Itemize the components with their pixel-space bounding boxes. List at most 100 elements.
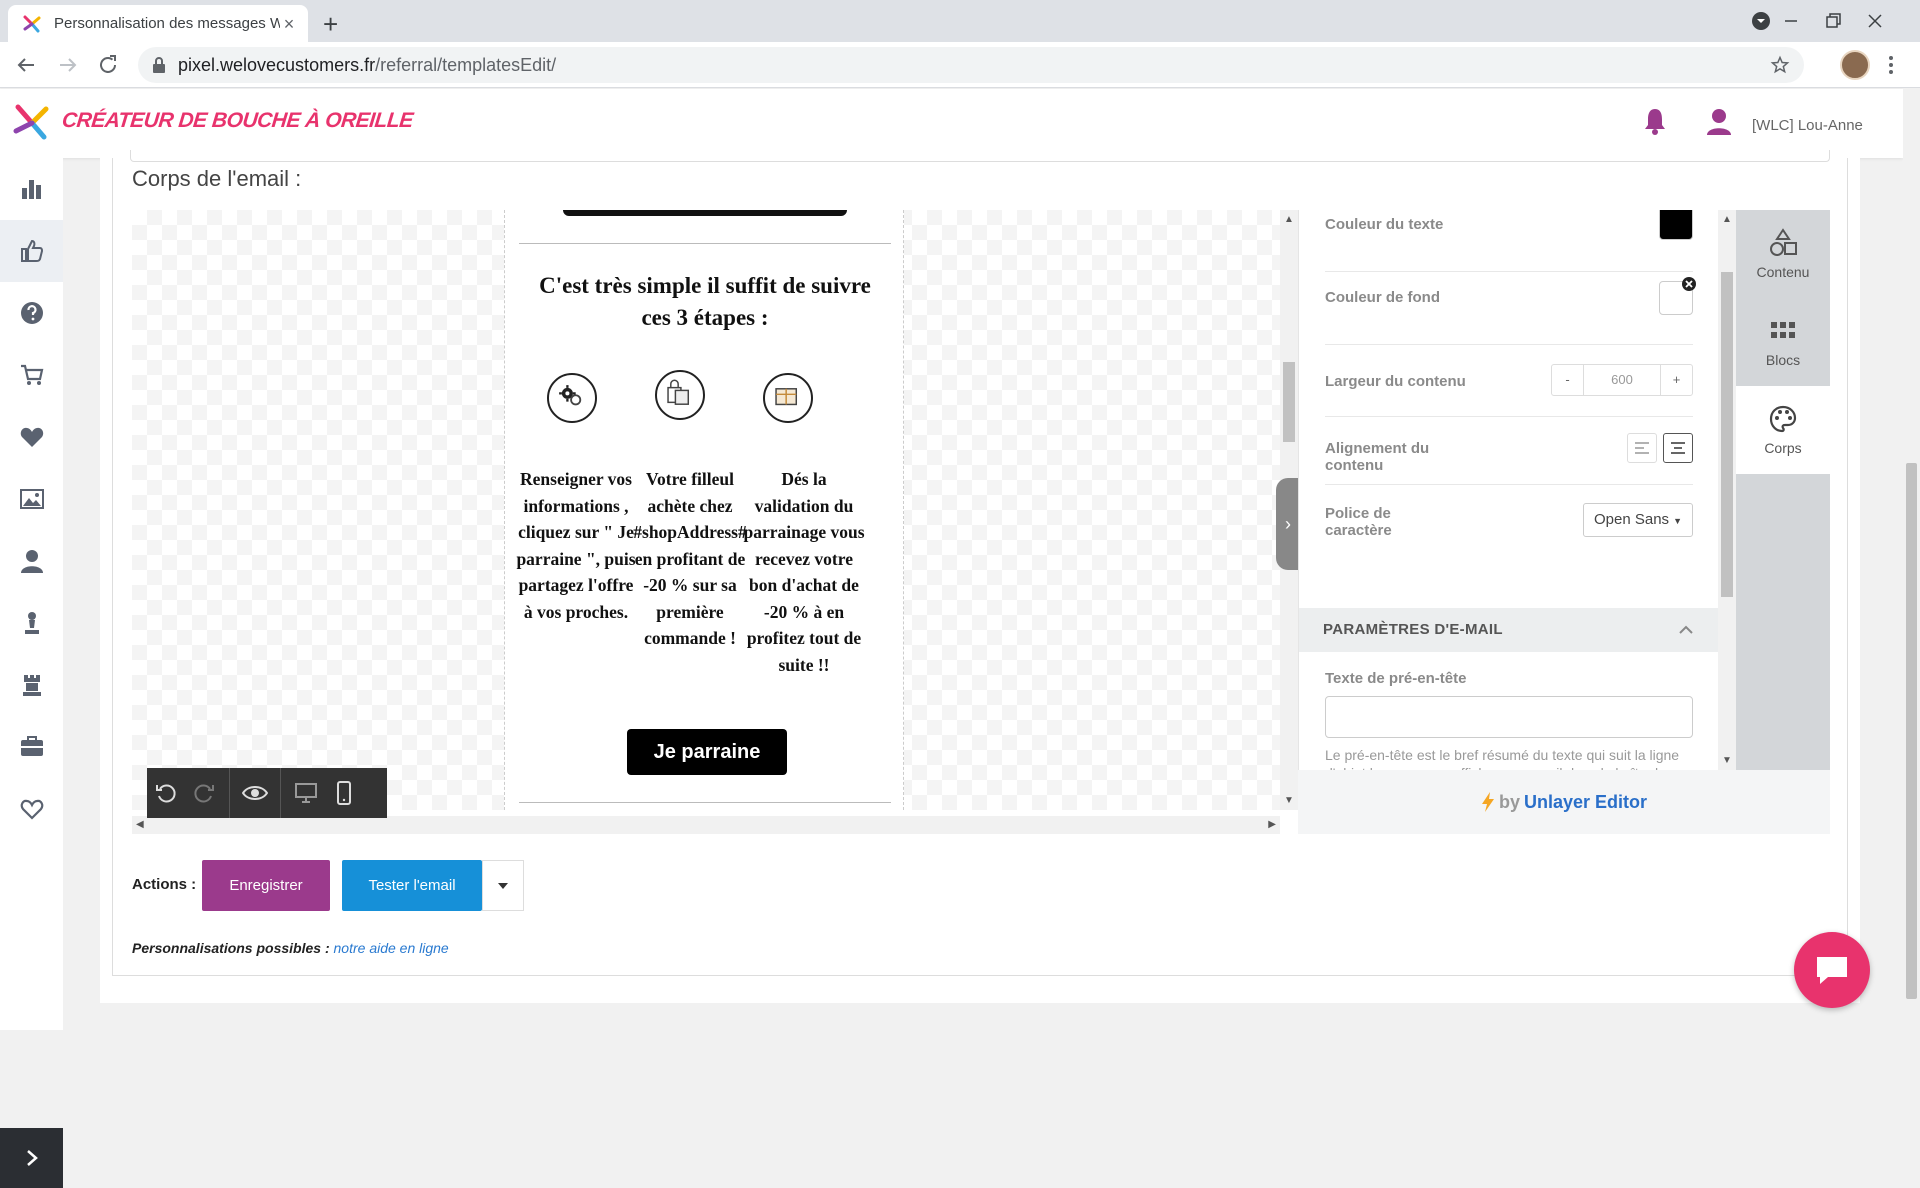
back-icon[interactable] <box>14 53 38 77</box>
align-center-icon <box>1671 442 1685 454</box>
unlayer-link[interactable]: Unlayer Editor <box>1524 792 1647 813</box>
caret-down-icon <box>498 882 508 889</box>
bar-chart-icon <box>21 180 41 199</box>
close-window-icon[interactable] <box>1864 10 1886 32</box>
page-scrollbar[interactable] <box>1903 89 1920 1030</box>
save-button[interactable]: Enregistrer <box>202 860 330 911</box>
user-icon <box>20 550 43 573</box>
align-left-button[interactable] <box>1627 433 1657 463</box>
sidebar-item-referral[interactable] <box>0 220 63 282</box>
browser-menu-icon[interactable] <box>1888 54 1894 76</box>
preview-button[interactable] <box>236 768 274 818</box>
content-width-stepper[interactable]: - 600 + <box>1551 364 1693 396</box>
personalization-label: Personnalisations possibles : <box>132 940 330 956</box>
close-tab-icon[interactable]: × <box>280 15 298 33</box>
editor-toolbar <box>147 768 387 818</box>
sidebar-item-users[interactable] <box>0 530 63 592</box>
url-path: /referral/templatesEdit/ <box>375 55 557 75</box>
url-field[interactable]: pixel.welovecustomers.fr/referral/templa… <box>138 47 1804 83</box>
help-link[interactable]: notre aide en ligne <box>334 940 449 956</box>
email-body[interactable]: C'est très simple il suffit de suivre ce… <box>504 210 904 810</box>
brand-logo-icon[interactable] <box>12 101 52 141</box>
profile-dropdown-icon[interactable] <box>1750 10 1772 32</box>
chevron-right-icon <box>26 1150 38 1166</box>
align-center-button[interactable] <box>1663 433 1693 463</box>
caret-down-icon: ▼ <box>1673 516 1682 526</box>
gears-icon <box>559 385 582 406</box>
desktop-icon <box>295 783 317 803</box>
powered-by-text: by <box>1498 791 1520 812</box>
bookmark-star-icon[interactable] <box>1770 55 1790 75</box>
text-color-swatch[interactable] <box>1659 210 1693 240</box>
sidebar-item-favorites[interactable] <box>0 406 63 468</box>
mobile-view-button[interactable] <box>325 768 363 818</box>
tab-contenu-label: Contenu <box>1756 264 1810 280</box>
tab-corps[interactable]: Corps <box>1736 386 1830 474</box>
step-2-text[interactable]: Votre filleul achète chez #shopAddress# … <box>629 466 751 652</box>
email-heading[interactable]: C'est très simple il suffit de suivre ce… <box>525 270 885 334</box>
scroll-down-icon[interactable]: ▼ <box>1284 795 1294 806</box>
tab-blocs[interactable]: Blocs <box>1736 298 1830 386</box>
sidebar-item-stats[interactable] <box>0 158 63 220</box>
canvas-scrollbar-thumb[interactable] <box>1283 362 1295 442</box>
panel-scrollbar[interactable]: ▲ ▼ <box>1718 210 1736 770</box>
width-increment-button[interactable]: + <box>1660 365 1692 395</box>
sidebar-item-loyalty[interactable] <box>0 778 63 840</box>
sidebar-item-castle[interactable] <box>0 654 63 716</box>
forward-icon[interactable] <box>56 53 80 77</box>
test-email-button[interactable]: Tester l'email <box>342 860 482 911</box>
scroll-right-icon[interactable]: ▶ <box>1268 819 1276 830</box>
sidebar-item-shop[interactable] <box>0 344 63 406</box>
browser-tab-bar: Personnalisation des messages W × + <box>0 0 1920 42</box>
width-decrement-button[interactable]: - <box>1552 365 1584 395</box>
desktop-view-button[interactable] <box>287 768 325 818</box>
width-value[interactable]: 600 <box>1584 365 1660 395</box>
scroll-left-icon[interactable]: ◀ <box>136 819 144 830</box>
test-email-dropdown-button[interactable] <box>482 860 524 911</box>
sidebar-expand-button[interactable] <box>0 1128 63 1188</box>
undo-button[interactable] <box>147 768 185 818</box>
panel-scrollbar-thumb[interactable] <box>1721 272 1733 597</box>
page-scrollbar-thumb[interactable] <box>1906 463 1917 999</box>
user-name[interactable]: [WLC] Lou-Anne <box>1752 117 1863 134</box>
clear-color-icon[interactable] <box>1681 276 1697 292</box>
new-tab-icon[interactable]: + <box>323 9 338 40</box>
app-header: CRÉATEUR DE BOUCHE À OREILLE [WLC] Lou-A… <box>0 89 1903 158</box>
address-bar: pixel.welovecustomers.fr/referral/templa… <box>0 42 1920 88</box>
sidebar-item-help[interactable] <box>0 282 63 344</box>
sidebar-item-business[interactable] <box>0 716 63 778</box>
tab-contenu[interactable]: Contenu <box>1736 210 1830 298</box>
toolbar-separator <box>280 768 281 818</box>
scroll-up-icon[interactable]: ▲ <box>1284 214 1294 225</box>
reload-icon[interactable] <box>96 53 120 77</box>
scroll-up-icon[interactable]: ▲ <box>1722 214 1732 225</box>
minimize-icon[interactable] <box>1780 10 1802 32</box>
notification-bell-icon[interactable] <box>1642 107 1668 135</box>
canvas-horizontal-scrollbar[interactable]: ◀ ▶ <box>132 816 1280 834</box>
profile-avatar[interactable] <box>1840 50 1870 80</box>
tab-title: Personnalisation des messages W <box>54 15 280 32</box>
browser-tab[interactable]: Personnalisation des messages W × <box>8 5 308 42</box>
tab-corps-label: Corps <box>1764 440 1802 456</box>
scroll-down-icon[interactable]: ▼ <box>1722 755 1732 766</box>
panel-toggle-button[interactable]: › <box>1276 478 1300 570</box>
font-select[interactable]: Open Sans ▼ <box>1583 503 1693 537</box>
chat-button[interactable] <box>1794 932 1870 1008</box>
step-2-icon <box>655 370 705 420</box>
help-circle-icon <box>20 302 43 324</box>
redo-button[interactable] <box>185 768 223 818</box>
step-3-text[interactable]: Dés la validation du parrainage vous rec… <box>743 466 865 678</box>
sidebar-item-media[interactable] <box>0 468 63 530</box>
step-1-text[interactable]: Renseigner vos informations , cliquez su… <box>515 466 637 625</box>
grid-icon <box>1771 322 1795 338</box>
user-icon[interactable] <box>1705 107 1733 135</box>
email-params-section-header[interactable]: PARAMÈTRES D'E-MAIL <box>1299 608 1718 652</box>
mobile-icon <box>337 781 351 805</box>
content-alignment-label: Alignement du contenu <box>1325 440 1430 474</box>
sidebar-item-strategy[interactable] <box>0 592 63 654</box>
restore-icon[interactable] <box>1822 10 1844 32</box>
brand-name: CRÉATEUR DE BOUCHE À OREILLE <box>60 109 415 132</box>
align-left-icon <box>1635 442 1649 454</box>
cta-button[interactable]: Je parraine <box>627 729 787 775</box>
preheader-input[interactable] <box>1325 696 1693 738</box>
